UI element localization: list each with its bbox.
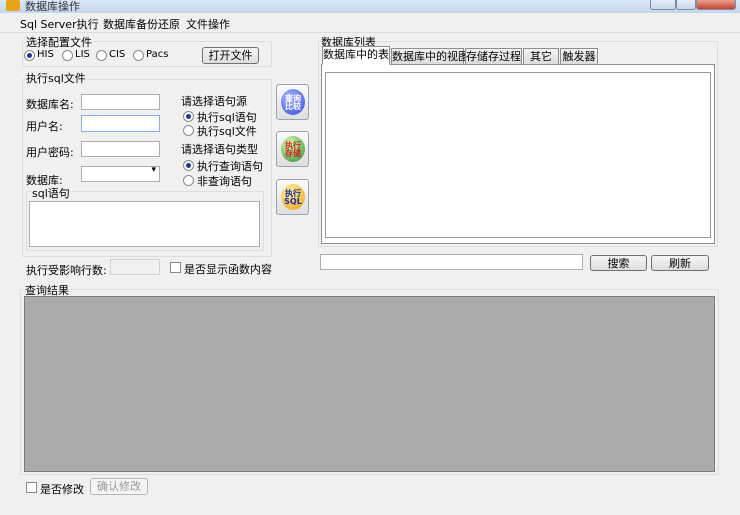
globe-icon: 查询 比较 xyxy=(281,89,305,115)
radio-exec-sql-file-label: 执行sql文件 xyxy=(197,125,257,138)
window-title: 数据库操作 xyxy=(25,0,80,13)
maximize-button[interactable] xyxy=(676,0,696,10)
results-grid[interactable] xyxy=(24,296,715,472)
radio-cis-label: CIS xyxy=(109,49,126,60)
username-input[interactable] xyxy=(81,115,160,132)
open-file-button[interactable]: 打开文件 xyxy=(202,47,259,64)
password-label: 用户密码: xyxy=(26,146,74,159)
show-function-checkbox[interactable] xyxy=(170,262,181,273)
refresh-button[interactable]: 刷新 xyxy=(651,255,709,271)
config-group-label: 选择配置文件 xyxy=(25,34,93,50)
close-button[interactable] xyxy=(696,0,736,10)
modify-checkbox[interactable] xyxy=(26,482,37,493)
exec-sql-button[interactable]: 执行 SQL xyxy=(276,179,309,215)
app-icon xyxy=(6,0,20,11)
tab-views[interactable]: 数据库中的视图 xyxy=(391,48,469,64)
radio-lis[interactable] xyxy=(62,50,73,61)
confirm-modify-button[interactable]: 确认修改 xyxy=(90,478,148,495)
radio-his[interactable] xyxy=(24,50,35,61)
radio-lis-label: LIS xyxy=(75,49,90,60)
minimize-button[interactable] xyxy=(650,0,676,10)
db-name-label: 数据库名: xyxy=(26,98,74,111)
source-group-label: 请选择语句源 xyxy=(181,95,247,108)
affected-rows-value xyxy=(110,259,160,275)
query-compare-label: 查询 比较 xyxy=(285,94,301,111)
radio-exec-sql-statement[interactable] xyxy=(183,111,194,122)
radio-query-statement-label: 执行查询语句 xyxy=(197,160,263,173)
table-list[interactable] xyxy=(325,72,711,238)
menu-sql-server[interactable]: Sql Server执行 xyxy=(20,16,99,32)
sql-textarea[interactable] xyxy=(29,201,260,247)
tab-other[interactable]: 其它 xyxy=(523,48,559,64)
menu-db-backup[interactable]: 数据库备份还原 xyxy=(103,16,180,32)
modify-label: 是否修改 xyxy=(40,483,84,496)
menu-file-ops[interactable]: 文件操作 xyxy=(186,16,230,32)
exec-procedure-label: 执行 存储 xyxy=(285,141,301,158)
tab-tables[interactable]: 数据库中的表 xyxy=(322,46,390,65)
tab-procedures[interactable]: 存储存过程 xyxy=(465,48,522,64)
query-compare-button[interactable]: 查询 比较 xyxy=(276,84,309,120)
show-function-label: 是否显示函数内容 xyxy=(184,263,272,276)
password-input[interactable] xyxy=(81,141,160,157)
username-label: 用户名: xyxy=(26,120,63,133)
globe-icon: 执行 SQL xyxy=(281,184,305,210)
search-input[interactable] xyxy=(320,254,583,270)
affected-rows-label: 执行受影响行数: xyxy=(26,264,107,277)
tab-triggers[interactable]: 触发器 xyxy=(560,48,598,64)
title-bar xyxy=(0,0,740,13)
radio-non-query-statement-label: 非查询语句 xyxy=(197,175,252,188)
globe-icon: 执行 存储 xyxy=(281,136,305,162)
radio-query-statement[interactable] xyxy=(183,160,194,171)
type-group-label: 请选择语句类型 xyxy=(181,143,258,156)
exec-sql-label: 执行 SQL xyxy=(284,189,302,206)
db-name-input[interactable] xyxy=(81,94,160,110)
radio-pacs[interactable] xyxy=(133,50,144,61)
exec-group-label: 执行sql文件 xyxy=(25,70,87,86)
sql-group-label: sql语句 xyxy=(31,185,71,201)
database-select[interactable]: ▾ xyxy=(81,165,160,182)
radio-pacs-label: Pacs xyxy=(146,49,169,60)
radio-exec-sql-file[interactable] xyxy=(183,125,194,136)
chevron-down-icon: ▾ xyxy=(151,165,156,175)
search-button[interactable]: 搜索 xyxy=(590,255,647,271)
radio-non-query-statement[interactable] xyxy=(183,175,194,186)
radio-cis[interactable] xyxy=(96,50,107,61)
radio-his-label: HIS xyxy=(37,49,54,60)
exec-procedure-button[interactable]: 执行 存储 xyxy=(276,131,309,167)
